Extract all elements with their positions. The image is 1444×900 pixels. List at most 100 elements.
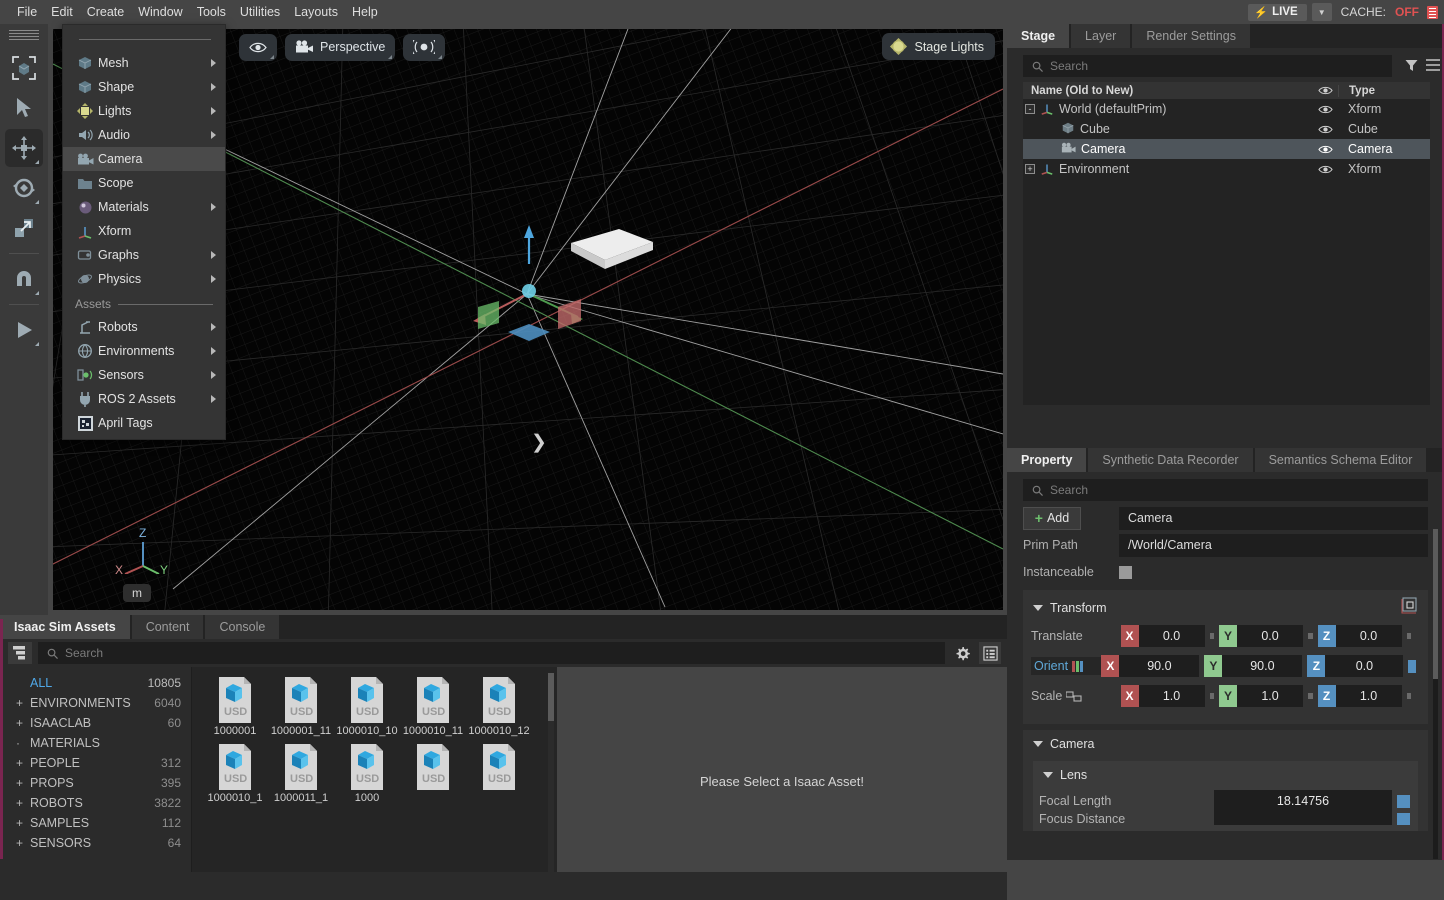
- orient-z-input[interactable]: 0.0: [1325, 655, 1403, 677]
- tab-synthetic-data-recorder[interactable]: Synthetic Data Recorder: [1088, 448, 1252, 472]
- focal-length-input[interactable]: 18.14756: [1214, 790, 1392, 813]
- list-item[interactable]: USD 1000010_1: [202, 742, 268, 805]
- create-menu-item-physics[interactable]: Physics: [63, 267, 225, 291]
- create-menu-item-ros2-assets[interactable]: ROS 2 Assets: [63, 387, 225, 411]
- focus-distance-keyframe-button[interactable]: [1397, 813, 1410, 825]
- link-dot[interactable]: [1308, 633, 1312, 639]
- list-item[interactable]: USD 1000001_11: [268, 675, 334, 738]
- asset-search-input[interactable]: Search: [38, 642, 945, 664]
- select-box-tool-button[interactable]: [5, 49, 43, 87]
- rotate-tool-button[interactable]: [5, 169, 43, 207]
- link-dot[interactable]: [1210, 693, 1214, 699]
- create-menu-item-xform[interactable]: Xform: [63, 219, 225, 243]
- menu-layouts[interactable]: Layouts: [287, 0, 345, 24]
- category-environments[interactable]: + ENVIRONMENTS 6040: [0, 693, 191, 713]
- orient-label-wrap[interactable]: Orient: [1031, 657, 1101, 675]
- visibility-toggle[interactable]: [1312, 124, 1338, 135]
- category-people[interactable]: + PEOPLE 312: [0, 753, 191, 773]
- property-scrollbar[interactable]: [1433, 529, 1438, 859]
- menu-help[interactable]: Help: [345, 0, 385, 24]
- link-dot[interactable]: [1308, 693, 1312, 699]
- link-dot[interactable]: [1407, 633, 1411, 639]
- menu-create[interactable]: Create: [80, 0, 132, 24]
- create-menu-item-graphs[interactable]: Graphs: [63, 243, 225, 267]
- menu-file[interactable]: File: [10, 0, 44, 24]
- category-samples[interactable]: + SAMPLES 112: [0, 813, 191, 833]
- category-expander[interactable]: +: [16, 796, 30, 810]
- toolbar-drag-handle[interactable]: [9, 28, 39, 42]
- viewport-unit-badge[interactable]: m: [123, 584, 151, 602]
- visibility-toggle[interactable]: [1312, 104, 1338, 115]
- column-header-type[interactable]: Type: [1338, 85, 1430, 97]
- transform-section-header[interactable]: Transform: [1023, 597, 1428, 624]
- create-menu-item-shape[interactable]: Shape: [63, 75, 225, 99]
- pointer-tool-button[interactable]: [5, 89, 43, 127]
- category-expander[interactable]: +: [16, 756, 30, 770]
- viewport-sensor-button[interactable]: [403, 34, 445, 61]
- add-property-button[interactable]: + Add: [1023, 507, 1081, 530]
- document-icon[interactable]: [1427, 6, 1438, 19]
- list-item[interactable]: USD 1000001: [202, 675, 268, 738]
- asset-thumbnail-grid[interactable]: USD 1000001 USD 1000001_11 USD: [192, 667, 557, 896]
- category-isaaclab[interactable]: + ISAACLAB 60: [0, 713, 191, 733]
- table-row[interactable]: Cube Cube: [1023, 119, 1430, 139]
- list-item[interactable]: USD 1000: [334, 742, 400, 805]
- link-dot[interactable]: [1210, 633, 1214, 639]
- collapse-toggle[interactable]: -: [1025, 104, 1035, 114]
- category-expander[interactable]: +: [16, 776, 30, 790]
- table-row[interactable]: + Environment Xform: [1023, 159, 1430, 179]
- create-menu-item-sensors[interactable]: Sensors: [63, 363, 225, 387]
- live-dropdown-button[interactable]: ▼: [1312, 3, 1332, 21]
- translate-z-input[interactable]: 0.0: [1336, 625, 1402, 647]
- thumbnail-scrollbar[interactable]: [548, 673, 554, 883]
- create-menu-item-mesh[interactable]: Mesh: [63, 51, 225, 75]
- prim-path-input[interactable]: /World/Camera: [1119, 534, 1428, 557]
- asset-category-tree[interactable]: ALL 10805 + ENVIRONMENTS 6040 + ISAACLAB…: [0, 667, 192, 896]
- viewport-camera-button[interactable]: Perspective: [285, 34, 395, 61]
- tab-render-settings[interactable]: Render Settings: [1132, 24, 1250, 48]
- scale-tool-button[interactable]: [5, 209, 43, 247]
- transform-gizmo-button[interactable]: [1400, 597, 1418, 618]
- asset-tree-toggle-button[interactable]: [8, 642, 32, 664]
- create-menu-item-scope[interactable]: Scope: [63, 171, 225, 195]
- menu-window[interactable]: Window: [131, 0, 189, 24]
- stage-tree[interactable]: - World (defaultPrim) Xform: [1023, 99, 1430, 405]
- camera-section-header[interactable]: Camera: [1023, 737, 1428, 757]
- move-tool-button[interactable]: [5, 129, 43, 167]
- property-search-input[interactable]: Search: [1023, 479, 1428, 501]
- create-menu-popup[interactable]: Mesh Shape Lights Audio: [62, 24, 226, 440]
- focal-length-keyframe-button[interactable]: [1397, 795, 1410, 808]
- table-row[interactable]: - World (defaultPrim) Xform: [1023, 99, 1430, 119]
- lens-subsection-header[interactable]: Lens: [1033, 768, 1418, 789]
- asset-settings-button[interactable]: [951, 642, 973, 664]
- expand-toggle[interactable]: +: [1025, 164, 1035, 174]
- list-item[interactable]: USD 1000010_12: [466, 675, 532, 738]
- tab-console[interactable]: Console: [205, 615, 279, 639]
- create-menu-item-april-tags[interactable]: April Tags: [63, 411, 225, 435]
- list-item[interactable]: USD: [466, 742, 532, 805]
- create-menu-item-audio[interactable]: Audio: [63, 123, 225, 147]
- menu-tools[interactable]: Tools: [190, 0, 233, 24]
- tab-property[interactable]: Property: [1007, 448, 1086, 472]
- category-sensors[interactable]: + SENSORS 64: [0, 833, 191, 853]
- category-expander[interactable]: +: [16, 836, 30, 850]
- translate-y-input[interactable]: 0.0: [1237, 625, 1303, 647]
- link-dot[interactable]: [1407, 693, 1411, 699]
- create-menu-item-camera[interactable]: Camera: [63, 147, 225, 171]
- create-menu-item-robots[interactable]: Robots: [63, 315, 225, 339]
- category-materials[interactable]: · MATERIALS: [0, 733, 191, 753]
- table-row[interactable]: Camera Camera: [1023, 139, 1430, 159]
- asset-list-view-button[interactable]: [979, 642, 1001, 664]
- orient-y-input[interactable]: 90.0: [1222, 655, 1302, 677]
- list-item[interactable]: USD 1000011_1: [268, 742, 334, 805]
- menu-tearoff-handle[interactable]: [63, 25, 225, 51]
- tab-content[interactable]: Content: [132, 615, 204, 639]
- tab-isaac-sim-assets[interactable]: Isaac Sim Assets: [0, 615, 130, 639]
- tab-stage[interactable]: Stage: [1007, 24, 1069, 48]
- orient-keyframe-button[interactable]: [1408, 660, 1416, 673]
- tab-semantics-schema-editor[interactable]: Semantics Schema Editor: [1255, 448, 1427, 472]
- list-item[interactable]: USD 1000010_11: [400, 675, 466, 738]
- tab-layer[interactable]: Layer: [1071, 24, 1130, 48]
- viewport-expand-arrow-icon[interactable]: ❯: [531, 431, 547, 454]
- visibility-toggle[interactable]: [1312, 164, 1338, 175]
